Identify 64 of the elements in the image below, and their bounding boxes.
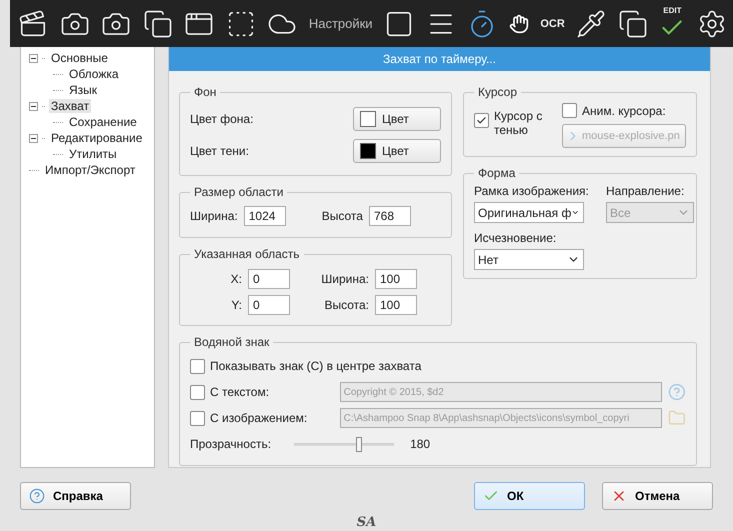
hand-cursor-icon xyxy=(508,14,529,34)
tree-item[interactable]: Основные xyxy=(49,51,110,65)
tree-item[interactable]: Обложка xyxy=(67,67,121,81)
checkbox-label: С изображением: xyxy=(210,411,308,425)
tree-item[interactable]: Язык xyxy=(67,83,100,97)
input-field[interactable]: 768 xyxy=(368,206,411,226)
panel-title: Захват по таймеру... xyxy=(169,47,710,71)
field-label: Y: xyxy=(230,298,242,312)
field-label: Рамка изображения: xyxy=(474,184,590,198)
field-label: Ширина: xyxy=(190,209,238,223)
windows-icon[interactable] xyxy=(618,8,648,38)
tree-item[interactable]: Импорт/Экспорт xyxy=(43,163,138,177)
tree-item[interactable]: Утилиты xyxy=(67,147,119,161)
checkbox[interactable] xyxy=(562,103,577,118)
slider-value: 180 xyxy=(410,437,430,451)
input-field[interactable]: 100 xyxy=(375,295,417,315)
group-title: Указанная область xyxy=(193,247,301,261)
tree-item[interactable]: Сохранение xyxy=(67,115,139,129)
input-field[interactable]: 0 xyxy=(248,295,290,315)
ocr-label[interactable]: OCR xyxy=(540,18,565,30)
clapperboard-icon[interactable] xyxy=(18,8,48,38)
logo: SA xyxy=(356,515,376,530)
field-label: Высота xyxy=(322,209,363,223)
input-field[interactable]: 0 xyxy=(248,269,290,289)
collapse-toggle[interactable] xyxy=(29,54,38,62)
help-button[interactable]: Справка xyxy=(20,482,131,510)
window-title: Настройки xyxy=(308,16,373,31)
help-icon xyxy=(29,488,45,504)
checkbox[interactable] xyxy=(190,358,205,374)
field-label: Высота: xyxy=(323,298,369,312)
group-title: Форма xyxy=(477,166,516,180)
field-label: X: xyxy=(230,272,242,286)
field-label: Прозрачность: xyxy=(190,437,272,451)
color-button[interactable]: Цвет xyxy=(353,107,441,131)
eyedropper-icon[interactable] xyxy=(576,8,606,38)
tree-item[interactable]: Захват xyxy=(49,99,92,113)
group-title: Водяной знак xyxy=(193,335,270,349)
dropdown[interactable]: Оригинальная ф xyxy=(474,202,584,223)
checkbox[interactable] xyxy=(474,113,489,128)
check-icon xyxy=(476,115,487,126)
field-label: Ширина: xyxy=(320,272,369,286)
group-title: Фон xyxy=(193,85,218,99)
tree-item[interactable]: Редактирование xyxy=(49,131,144,145)
field-label: Цвет тени: xyxy=(190,144,249,158)
field-label: Цвет фона: xyxy=(190,112,254,126)
checkbox-label: Аним. курсора: xyxy=(582,104,666,118)
cancel-button[interactable]: Отмена xyxy=(602,482,713,510)
edit-label[interactable]: EDIT xyxy=(663,6,682,15)
collapse-toggle[interactable] xyxy=(29,134,38,142)
checkbox-label: С текстом: xyxy=(210,385,270,399)
field-label: Направление: xyxy=(606,184,686,198)
slider-thumb[interactable] xyxy=(356,436,362,452)
group-title: Размер области xyxy=(193,185,284,199)
collapse-toggle[interactable] xyxy=(29,102,38,110)
dropdown[interactable]: Нет xyxy=(474,249,584,270)
input-field[interactable]: 1024 xyxy=(244,206,286,226)
group-title: Курсор xyxy=(477,85,518,99)
color-button[interactable]: Цвет xyxy=(353,139,441,163)
checkbox-label: Показывать знак (C) в центре захвата xyxy=(210,359,422,373)
windows-icon[interactable] xyxy=(142,8,173,38)
checkbox-label: Курсор с тенью xyxy=(494,109,544,137)
ok-button[interactable]: ОК xyxy=(474,482,585,510)
field-label: Исчезновение: xyxy=(474,231,558,245)
input-field[interactable]: 100 xyxy=(375,269,417,289)
